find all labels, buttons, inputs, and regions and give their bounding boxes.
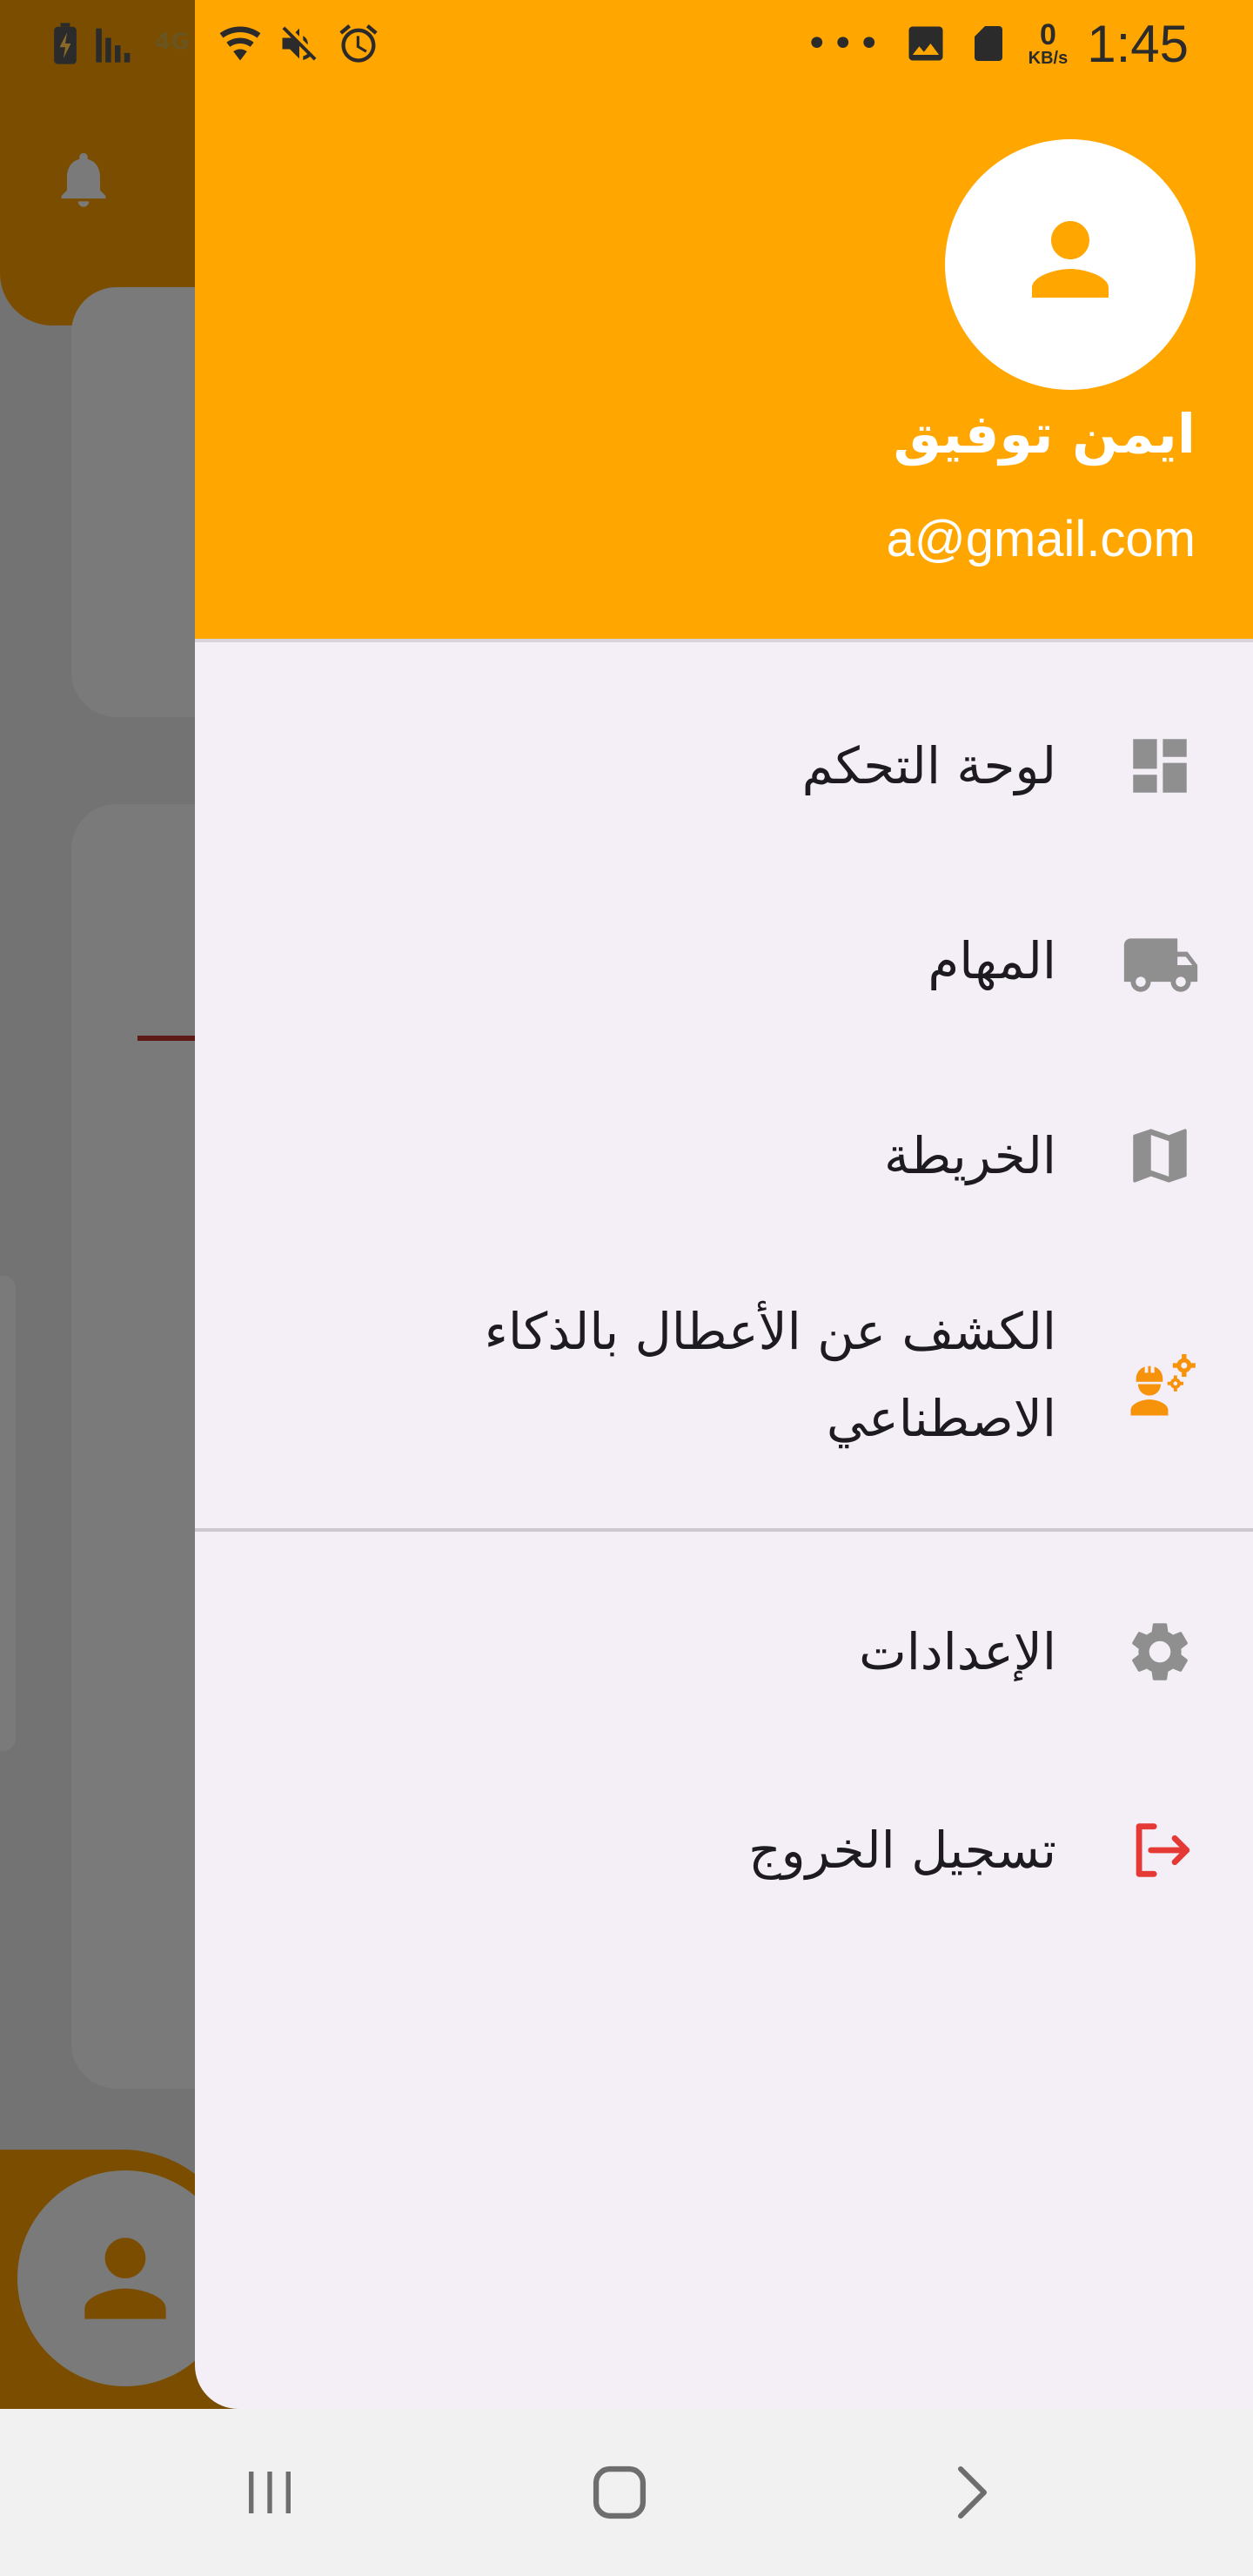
logout-icon [1124, 1815, 1196, 1886]
clock: 1:45 [1087, 14, 1189, 73]
user-avatar[interactable] [945, 139, 1196, 390]
map-icon [1124, 1120, 1196, 1191]
battery-charging-icon [54, 23, 77, 64]
more-notifications-indicator: ••• [805, 21, 884, 66]
home-icon [593, 2465, 647, 2519]
dashboard-icon [1124, 730, 1196, 802]
menu-item-label: المهام [928, 931, 1056, 990]
menu-item-ai-fault-detection[interactable]: الكشف عن الأعطال بالذكاء الاصطناعي [195, 1288, 1253, 1479]
wifi-icon [219, 26, 261, 61]
menu-item-label: الكشف عن الأعطال بالذكاء الاصطناعي [484, 1302, 1056, 1448]
network-4g-icon: 4G [155, 30, 189, 56]
sd-card-icon [974, 26, 1002, 61]
android-screen: ايمن توفيق a@gmail.com لوحة التحكم المها… [0, 0, 1253, 2576]
home-button[interactable] [576, 2449, 663, 2536]
svg-text:4G: 4G [155, 30, 189, 56]
menu-item-label: تسجيل الخروج [748, 1821, 1056, 1880]
gear-icon [1124, 1616, 1196, 1687]
network-speed: 0 KB/s [1029, 20, 1069, 67]
signal-bars-icon [96, 28, 131, 63]
menu-item-label: الخريطة [883, 1126, 1056, 1185]
recents-icon [249, 2472, 291, 2513]
engineer-gears-icon [1121, 1345, 1201, 1426]
recents-button[interactable] [226, 2449, 313, 2536]
user-name: ايمن توفيق [893, 402, 1196, 466]
menu-item-dashboard[interactable]: لوحة التحكم [195, 722, 1253, 809]
system-nav-bar [0, 2409, 1253, 2576]
status-icons-right: ••• 0 KB/s 1:45 [806, 9, 1189, 78]
menu-item-label: الإعدادات [859, 1622, 1056, 1681]
menu-item-map[interactable]: الخريطة [195, 1112, 1253, 1199]
user-email: a@gmail.com [886, 511, 1196, 567]
network-speed-unit: KB/s [1028, 49, 1069, 68]
menu-item-tasks[interactable]: المهام [195, 917, 1253, 1004]
drawer-divider [195, 1528, 1253, 1532]
chevron-right-icon [958, 2466, 987, 2519]
mute-icon [282, 26, 317, 61]
truck-icon [1121, 925, 1201, 996]
back-button[interactable] [928, 2449, 1015, 2536]
menu-item-logout[interactable]: تسجيل الخروج [195, 1807, 1253, 1894]
person-icon [1032, 221, 1109, 298]
image-icon [908, 26, 943, 61]
alarm-icon [339, 24, 378, 63]
navigation-drawer: ايمن توفيق a@gmail.com لوحة التحكم المها… [195, 0, 1253, 2409]
drawer-header: ايمن توفيق a@gmail.com [195, 0, 1253, 642]
status-bar: 4G ••• 0 KB/s 1:45 [0, 0, 1253, 87]
status-icons-left: 4G [52, 19, 381, 68]
menu-item-settings[interactable]: الإعدادات [195, 1608, 1253, 1695]
network-speed-value: 0 [1039, 18, 1056, 51]
menu-item-label: لوحة التحكم [801, 736, 1056, 795]
